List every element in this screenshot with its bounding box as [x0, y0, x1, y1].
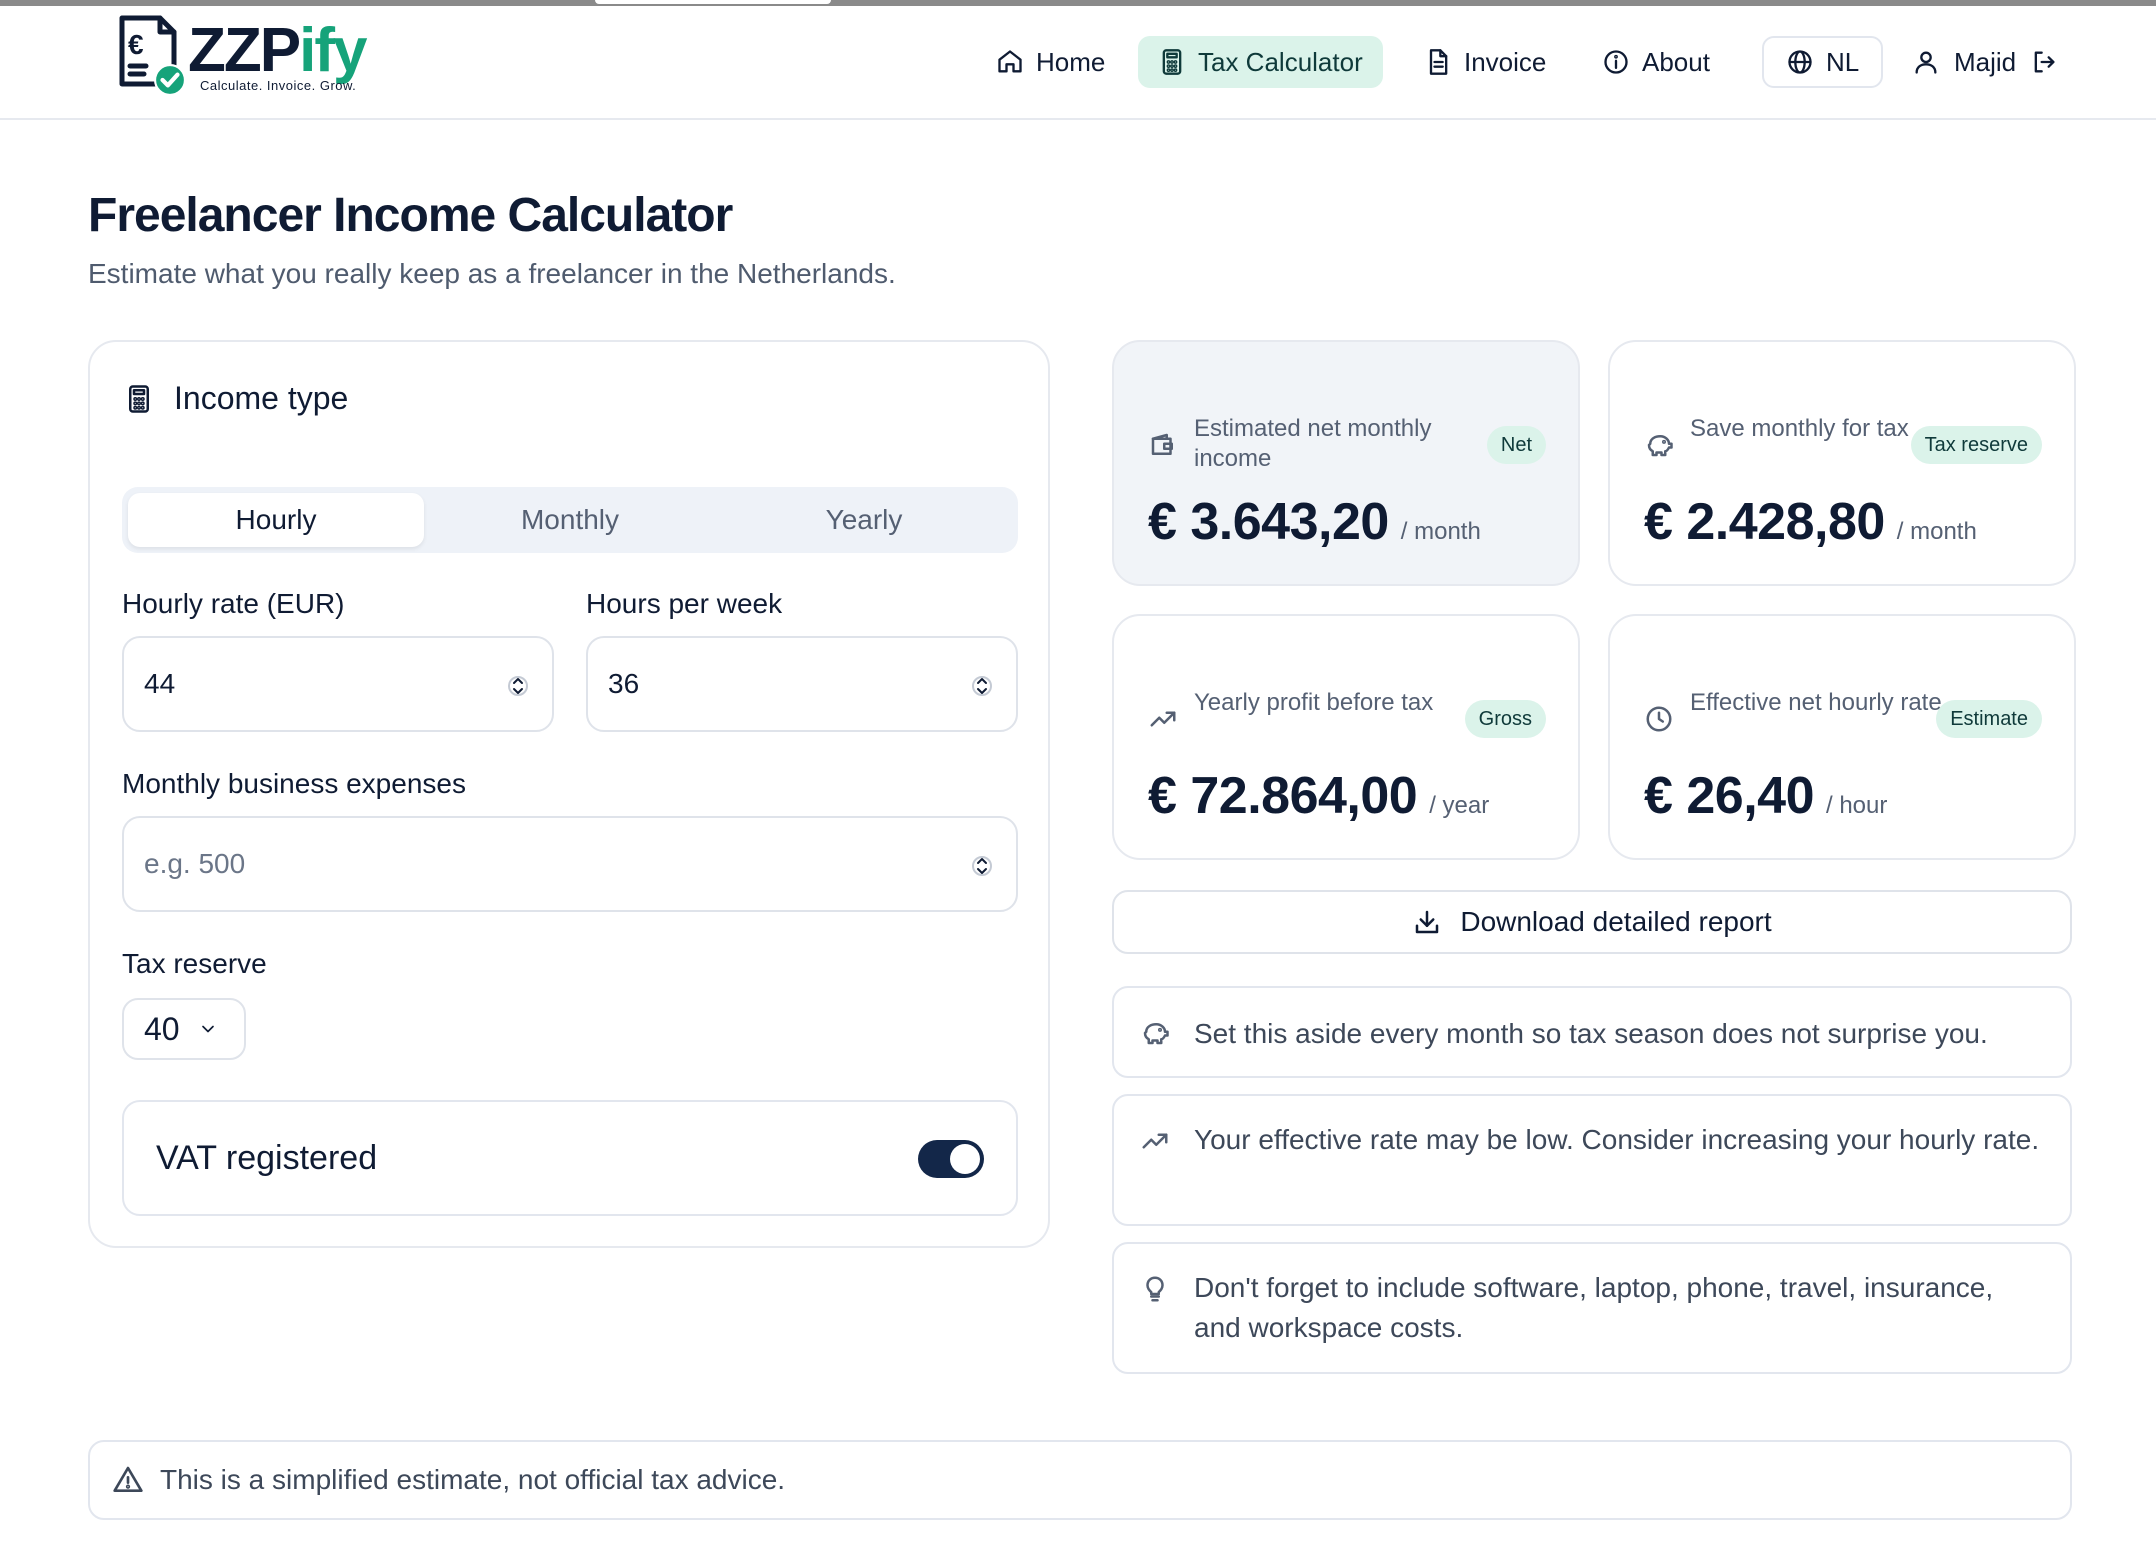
- nav-invoice-label: Invoice: [1464, 46, 1547, 77]
- top-navbar: € ZZPify Calculate. Invoice. Grow. Home …: [0, 6, 2156, 120]
- tip-tax-aside: Set this aside every month so tax season…: [1112, 986, 2072, 1078]
- download-report-label: Download detailed report: [1460, 906, 1772, 937]
- tip-tax-aside-text: Set this aside every month so tax season…: [1194, 1018, 1988, 1049]
- nav-about[interactable]: About: [1582, 36, 1730, 88]
- language-switcher[interactable]: NL: [1762, 36, 1884, 88]
- stat-yearly-profit: Yearly profit before tax Gross € 72.864,…: [1112, 614, 1580, 860]
- stepper-icon[interactable]: [972, 850, 992, 882]
- vat-toggle[interactable]: [918, 1140, 984, 1178]
- wallet-icon: [1151, 433, 1173, 455]
- user-name: Majid: [1954, 46, 2017, 77]
- logo-tagline: Calculate. Invoice. Grow.: [200, 78, 357, 93]
- stat-net-monthly-badge: Net: [1486, 426, 1546, 464]
- hours-per-week-label: Hours per week: [586, 588, 783, 619]
- stat-net-monthly: Estimated net monthly income Net € 3.643…: [1112, 340, 1580, 586]
- user-icon: [1915, 51, 1937, 74]
- tip-include-costs-text: Don't forget to include software, laptop…: [1194, 1272, 1994, 1343]
- vat-registered-row: VAT registered: [122, 1100, 1018, 1216]
- income-type-yearly[interactable]: Yearly: [716, 493, 1012, 547]
- expenses-input[interactable]: e.g. 500: [122, 816, 1018, 912]
- income-type-segmented-control: Hourly Monthly Yearly: [122, 487, 1018, 553]
- trending-up-icon: [1150, 711, 1176, 727]
- trending-up-icon: [1142, 1133, 1168, 1149]
- nav-home-label: Home: [1036, 46, 1106, 77]
- stat-save-monthly: Save monthly for tax Tax reserve € 2.428…: [1608, 340, 2076, 586]
- calculator-icon: [129, 384, 149, 413]
- calculator-icon: [1162, 49, 1182, 75]
- hourly-rate-input[interactable]: 44: [122, 636, 554, 732]
- disclaimer-text: This is a simplified estimate, not offic…: [160, 1464, 786, 1495]
- piggy-bank-icon: [1143, 1023, 1169, 1045]
- stat-yearly-profit-value: € 72.864,00: [1148, 767, 1418, 825]
- stat-net-hourly-badge: Estimate: [1936, 700, 2042, 738]
- nav-invoice[interactable]: Invoice: [1404, 36, 1566, 88]
- vat-label: VAT registered: [156, 1138, 378, 1177]
- logout-icon[interactable]: [2030, 48, 2058, 76]
- piggy-bank-icon: [1647, 435, 1673, 457]
- tax-reserve-label: Tax reserve: [122, 948, 267, 979]
- income-type-header: Income type: [124, 380, 348, 417]
- nav-home[interactable]: Home: [976, 36, 1125, 88]
- stat-net-hourly-value: € 26,40: [1644, 767, 1815, 825]
- info-icon: [1604, 50, 1628, 74]
- nav-about-label: About: [1642, 46, 1710, 77]
- income-type-monthly[interactable]: Monthly: [422, 493, 718, 547]
- stat-save-monthly-badge: Tax reserve: [1910, 426, 2042, 464]
- toggle-knob: [950, 1144, 980, 1174]
- hours-per-week-value: 36: [608, 668, 640, 699]
- svg-text:€: €: [128, 29, 144, 60]
- income-type-title: Income type: [174, 380, 349, 416]
- stat-yearly-profit-badge: Gross: [1464, 700, 1546, 738]
- window-notch: [595, 0, 831, 4]
- tax-reserve-select[interactable]: 40: [122, 998, 246, 1060]
- warning-icon: [113, 1466, 143, 1492]
- stat-net-monthly-unit: / month: [1400, 518, 1481, 545]
- income-type-hourly[interactable]: Hourly: [128, 493, 424, 547]
- clock-icon: [1646, 706, 1672, 732]
- stat-yearly-profit-unit: / year: [1429, 792, 1490, 819]
- stepper-icon[interactable]: [508, 670, 528, 702]
- document-icon: [1429, 49, 1448, 75]
- tip-effective-rate: Your effective rate may be low. Consider…: [1112, 1094, 2072, 1226]
- disclaimer-banner: This is a simplified estimate, not offic…: [88, 1440, 2072, 1520]
- globe-icon: [1788, 50, 1812, 74]
- nav-tax-calculator-label: Tax Calculator: [1198, 46, 1363, 77]
- stat-net-hourly-label: Effective net hourly rate: [1690, 689, 1942, 716]
- hours-per-week-input[interactable]: 36: [586, 636, 1018, 732]
- hourly-rate-value: 44: [144, 668, 176, 699]
- page-subtitle: Estimate what you really keep as a freel…: [88, 258, 896, 289]
- stat-save-monthly-unit: / month: [1896, 518, 1977, 545]
- tip-effective-rate-text: Your effective rate may be low. Consider…: [1194, 1124, 2040, 1155]
- language-label: NL: [1826, 46, 1860, 77]
- brand-logo[interactable]: € ZZPify Calculate. Invoice. Grow.: [116, 14, 367, 96]
- download-icon: [1416, 910, 1439, 934]
- stat-yearly-profit-label: Yearly profit before tax: [1194, 689, 1434, 716]
- logo-text-accent: ify: [299, 16, 367, 85]
- hourly-rate-label: Hourly rate (EUR): [122, 588, 345, 619]
- logo-text-primary: ZZP: [188, 16, 301, 85]
- stat-net-hourly: Effective net hourly rate Estimate € 26,…: [1608, 614, 2076, 860]
- stat-net-monthly-value: € 3.643,20: [1148, 493, 1389, 551]
- nav-tax-calculator[interactable]: Tax Calculator: [1138, 36, 1383, 88]
- lightbulb-icon: [1146, 1276, 1164, 1302]
- chevron-down-icon: [201, 1025, 214, 1033]
- stepper-icon[interactable]: [972, 670, 992, 702]
- income-form-card: Income type Hourly Monthly Yearly Hourly…: [88, 340, 1050, 1248]
- stat-net-hourly-unit: / hour: [1826, 792, 1888, 819]
- download-report-button[interactable]: Download detailed report: [1112, 890, 2072, 954]
- expenses-label: Monthly business expenses: [122, 768, 466, 799]
- tip-include-costs: Don't forget to include software, laptop…: [1112, 1242, 2072, 1374]
- page-title: Freelancer Income Calculator: [88, 189, 733, 242]
- logo-document-icon: €: [116, 14, 186, 96]
- stat-net-monthly-label: Estimated net monthly income: [1194, 415, 1432, 472]
- logo-wordmark: ZZPify Calculate. Invoice. Grow.: [188, 20, 367, 94]
- home-icon: [998, 50, 1022, 73]
- tax-reserve-value: 40: [144, 1010, 180, 1047]
- expenses-placeholder: e.g. 500: [144, 848, 246, 879]
- stat-save-monthly-value: € 2.428,80: [1644, 493, 1885, 551]
- user-menu[interactable]: Majid: [1892, 36, 2078, 88]
